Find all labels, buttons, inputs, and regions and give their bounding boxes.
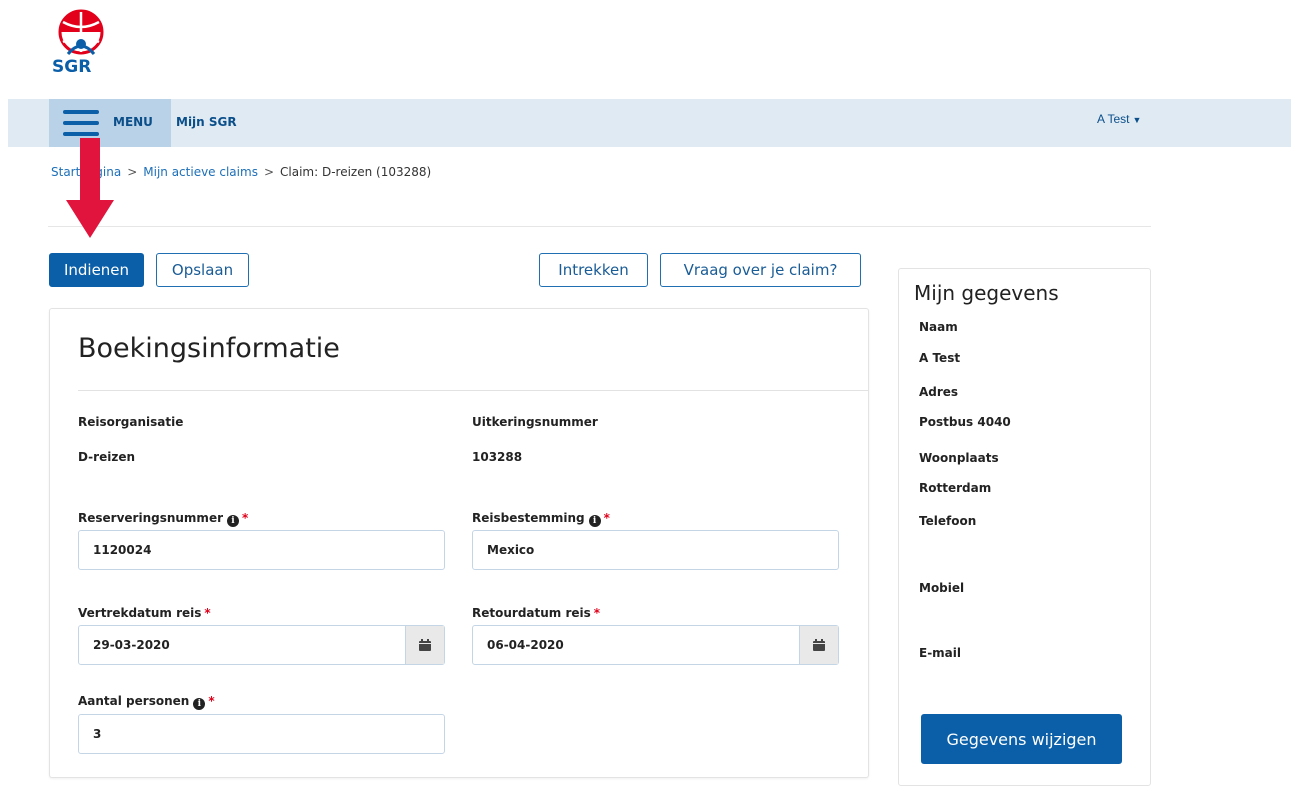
reservation-input[interactable]: 1120024 [78,530,445,570]
info-icon[interactable]: i [588,515,601,527]
sgr-globe-icon: SGR [52,9,104,77]
persons-input[interactable]: 3 [78,714,445,754]
return-label-text: Retourdatum reis [472,606,591,620]
claim-question-button[interactable]: Vraag over je claim? [660,253,861,287]
return-label: Retourdatum reis * [472,606,600,620]
departure-label: Vertrekdatum reis * [78,606,211,620]
mijn-sgr-link[interactable]: Mijn SGR [176,115,237,129]
required-mark: * [593,606,601,620]
persons-label-text: Aantal personen [78,694,190,708]
breadcrumb-current: Claim: D-reizen (103288) [280,165,432,179]
name-label: Naam [919,320,958,334]
organisation-value: D-reizen [78,450,135,464]
reservation-label-text: Reserveringsnummer [78,511,223,525]
return-date-input[interactable]: 06-04-2020 [472,625,839,665]
booking-title: Boekingsinformatie [78,333,340,364]
organisation-label: Reisorganisatie [78,415,184,429]
breadcrumb-separator: > [263,165,275,179]
breadcrumb-separator: > [127,165,138,179]
departure-date-input[interactable]: 29-03-2020 [78,625,445,665]
withdraw-button[interactable]: Intrekken [539,253,648,287]
city-value: Rotterdam [919,481,992,495]
logo-text: SGR [52,57,91,74]
info-icon[interactable]: i [193,698,206,710]
persons-label: Aantal personen i * [78,694,215,710]
destination-label-text: Reisbestemming [472,511,585,525]
profile-title: Mijn gegevens [914,281,1059,305]
required-mark: * [208,694,215,708]
menu-label: MENU [113,115,153,129]
city-label: Woonplaats [919,451,999,465]
top-navbar: MENU Mijn SGR A Test ▼ [8,99,1291,147]
booking-card: Boekingsinformatie Reisorganisatie D-rei… [49,308,869,778]
save-button[interactable]: Opslaan [156,253,249,287]
profile-panel: Mijn gegevens Naam A Test Adres Postbus … [898,268,1151,786]
hamburger-icon [63,110,99,136]
email-label: E-mail [919,646,962,660]
page-divider [48,226,1151,227]
payout-value: 103288 [472,450,523,464]
sgr-logo[interactable]: SGR [48,8,124,77]
card-divider [78,390,868,391]
info-icon[interactable]: i [227,515,239,527]
edit-profile-button[interactable]: Gegevens wijzigen [921,714,1122,764]
required-mark: * [603,511,610,525]
user-name: A Test [1097,112,1130,126]
required-mark: * [204,606,211,620]
calendar-icon[interactable] [799,626,838,664]
caret-down-icon: ▼ [1132,115,1142,125]
reservation-label: Reserveringsnummer i * [78,511,248,527]
destination-input[interactable]: Mexico [472,530,839,570]
mobile-label: Mobiel [919,581,965,595]
destination-label: Reisbestemming i * [472,511,610,527]
departure-date-value: 29-03-2020 [93,638,170,652]
red-arrow-down-icon [66,138,114,238]
return-date-value: 06-04-2020 [487,638,564,652]
calendar-icon[interactable] [405,626,444,664]
departure-label-text: Vertrekdatum reis [78,606,202,620]
address-value: Postbus 4040 [919,415,1011,429]
submit-button[interactable]: Indienen [49,253,144,287]
payout-label: Uitkeringsnummer [472,415,598,429]
phone-label: Telefoon [919,514,977,528]
name-value: A Test [919,351,961,365]
breadcrumb-claims[interactable]: Mijn actieve claims [143,165,258,179]
user-menu[interactable]: A Test ▼ [1097,112,1141,126]
required-mark: * [242,511,249,525]
address-label: Adres [919,385,959,399]
